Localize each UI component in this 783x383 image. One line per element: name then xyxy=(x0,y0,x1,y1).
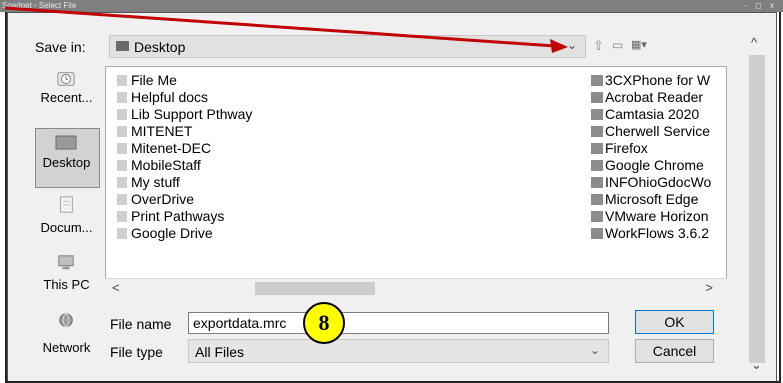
app-shortcut-icon xyxy=(591,92,603,103)
horizontal-scroll-thumb[interactable] xyxy=(255,282,375,295)
app-shortcut-icon xyxy=(591,177,603,188)
folder-icon xyxy=(117,177,127,188)
file-name-label: File name xyxy=(110,316,172,332)
recent-icon xyxy=(57,72,75,86)
app-shortcut-icon xyxy=(591,194,603,205)
horizontal-scrollbar[interactable]: < > xyxy=(105,278,727,297)
scroll-right-icon[interactable]: > xyxy=(705,280,713,295)
ok-button[interactable]: OK xyxy=(635,310,714,334)
folder-icon xyxy=(117,92,127,103)
places-bar: Recent... Desktop Docum... This PC Netwo… xyxy=(31,66,102,366)
file-type-label: File type xyxy=(110,344,163,360)
title-bar: Sgadget - Select File - ◻ x xyxy=(0,0,783,12)
app-shortcut-icon xyxy=(591,126,603,137)
new-folder-icon[interactable]: ▭ xyxy=(612,38,623,52)
app-shortcut-icon xyxy=(591,143,603,154)
window-title: Sgadget - Select File xyxy=(2,1,77,10)
desktop-icon xyxy=(116,41,129,51)
folder-icon xyxy=(117,160,127,171)
scroll-left-icon[interactable]: < xyxy=(112,280,120,295)
scroll-down-icon[interactable]: ⌄ xyxy=(751,357,762,373)
place-desktop[interactable]: Desktop xyxy=(31,128,102,186)
folder-icon xyxy=(117,143,127,154)
file-list[interactable]: File Me Helpful docs Lib Support Pthway … xyxy=(105,66,727,297)
chevron-down-icon[interactable]: ⌄ xyxy=(567,38,577,52)
cancel-button[interactable]: Cancel xyxy=(635,339,714,363)
window-controls[interactable]: - ◻ x xyxy=(744,0,777,12)
app-shortcut-icon xyxy=(591,109,603,120)
place-label: Desktop xyxy=(42,155,91,170)
folder-icon xyxy=(117,194,127,205)
vertical-scrollbar[interactable]: ^ ⌄ xyxy=(745,27,769,377)
place-label: This PC xyxy=(43,277,90,292)
save-in-label: Save in: xyxy=(35,39,86,55)
documents-icon xyxy=(60,196,73,213)
place-this-pc[interactable]: This PC xyxy=(31,250,102,302)
folder-icon xyxy=(117,109,127,120)
place-label: Docum... xyxy=(40,220,93,235)
save-in-value: Desktop xyxy=(134,39,186,55)
save-in-dropdown[interactable]: Desktop ⌄ xyxy=(109,35,586,58)
file-type-value: All Files xyxy=(195,344,245,360)
place-network[interactable]: Network xyxy=(31,310,102,366)
file-type-dropdown[interactable]: All Files ⌄ xyxy=(188,339,609,363)
vertical-scroll-thumb[interactable] xyxy=(749,55,765,363)
this-pc-icon xyxy=(58,255,74,270)
view-menu-icon[interactable]: ▦▾ xyxy=(631,38,647,51)
desktop-icon xyxy=(55,135,77,150)
up-folder-icon[interactable]: ⇧ xyxy=(593,38,604,54)
place-recent[interactable]: Recent... xyxy=(31,66,102,124)
folder-icon xyxy=(117,126,127,137)
folder-icon xyxy=(117,75,127,86)
network-icon xyxy=(59,313,73,327)
place-label: Network xyxy=(42,340,91,355)
app-shortcut-icon xyxy=(591,211,603,222)
app-shortcut-icon xyxy=(591,228,603,239)
step-number-callout: 8 xyxy=(303,302,345,344)
drive-shortcut-icon xyxy=(117,228,127,239)
file-name-input[interactable] xyxy=(188,312,609,334)
scroll-up-icon[interactable]: ^ xyxy=(751,35,757,50)
chevron-down-icon[interactable]: ⌄ xyxy=(590,343,600,357)
folder-icon xyxy=(117,211,127,222)
list-right-edge xyxy=(727,66,737,297)
place-documents[interactable]: Docum... xyxy=(31,192,102,248)
app-shortcut-icon xyxy=(591,75,603,86)
place-label: Recent... xyxy=(40,90,93,105)
app-shortcut-icon xyxy=(591,160,603,171)
